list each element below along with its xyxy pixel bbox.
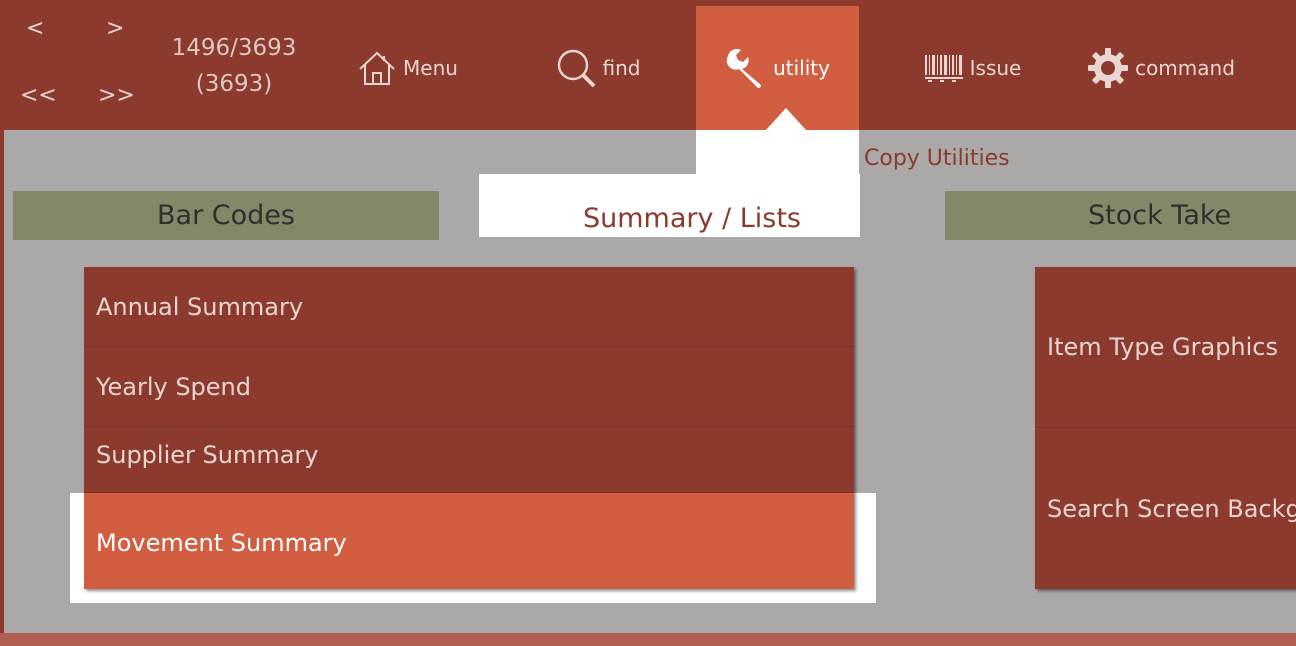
record-counter: 1496/3693 (3693) (150, 30, 318, 102)
list-item-search-screen-background[interactable]: Search Screen Backg (1035, 428, 1296, 589)
active-tab-pointer (766, 108, 806, 130)
list-item-annual-summary[interactable]: Annual Summary (84, 267, 854, 347)
issue-label: Issue (969, 56, 1022, 80)
record-total: (3693) (195, 71, 273, 97)
menu-button[interactable]: Menu (345, 6, 470, 130)
utility-label: utility (773, 56, 830, 80)
list-item-supplier-summary[interactable]: Supplier Summary (84, 427, 854, 493)
first-record-button[interactable]: << (20, 85, 57, 107)
issue-button[interactable]: Issue (910, 6, 1035, 130)
find-label: find (602, 56, 641, 80)
list-item-yearly-spend[interactable]: Yearly Spend (84, 347, 854, 427)
prev-record-button[interactable]: < (26, 18, 44, 40)
list-item-item-type-graphics[interactable]: Item Type Graphics (1035, 267, 1296, 428)
command-label: command (1135, 56, 1235, 80)
home-icon (357, 48, 397, 88)
menu-label: Menu (403, 56, 458, 80)
record-position: 1496/3693 (171, 35, 297, 61)
next-record-button[interactable]: > (106, 18, 124, 40)
graphics-list: Item Type Graphics Search Screen Backg (1035, 267, 1296, 589)
command-button[interactable]: command (1080, 6, 1242, 130)
summary-lists-header[interactable]: Summary / Lists (479, 174, 860, 237)
top-toolbar: < > << >> 1496/3693 (3693) Menu find uti… (0, 0, 1296, 130)
barcode-icon (924, 53, 964, 83)
search-icon (555, 47, 597, 89)
find-button[interactable]: find (535, 6, 660, 130)
stock-take-header[interactable]: Stock Take (945, 191, 1296, 240)
gear-icon (1087, 47, 1129, 89)
wrench-icon (725, 47, 767, 89)
list-item-movement-summary[interactable]: Movement Summary (84, 493, 854, 589)
panel-bottom-border (0, 633, 1296, 646)
summary-list: Annual Summary Yearly Spend Supplier Sum… (84, 267, 854, 589)
bar-codes-header[interactable]: Bar Codes (13, 191, 439, 240)
last-record-button[interactable]: >> (98, 85, 135, 107)
copy-utilities-link[interactable]: Copy Utilities (864, 146, 1010, 171)
